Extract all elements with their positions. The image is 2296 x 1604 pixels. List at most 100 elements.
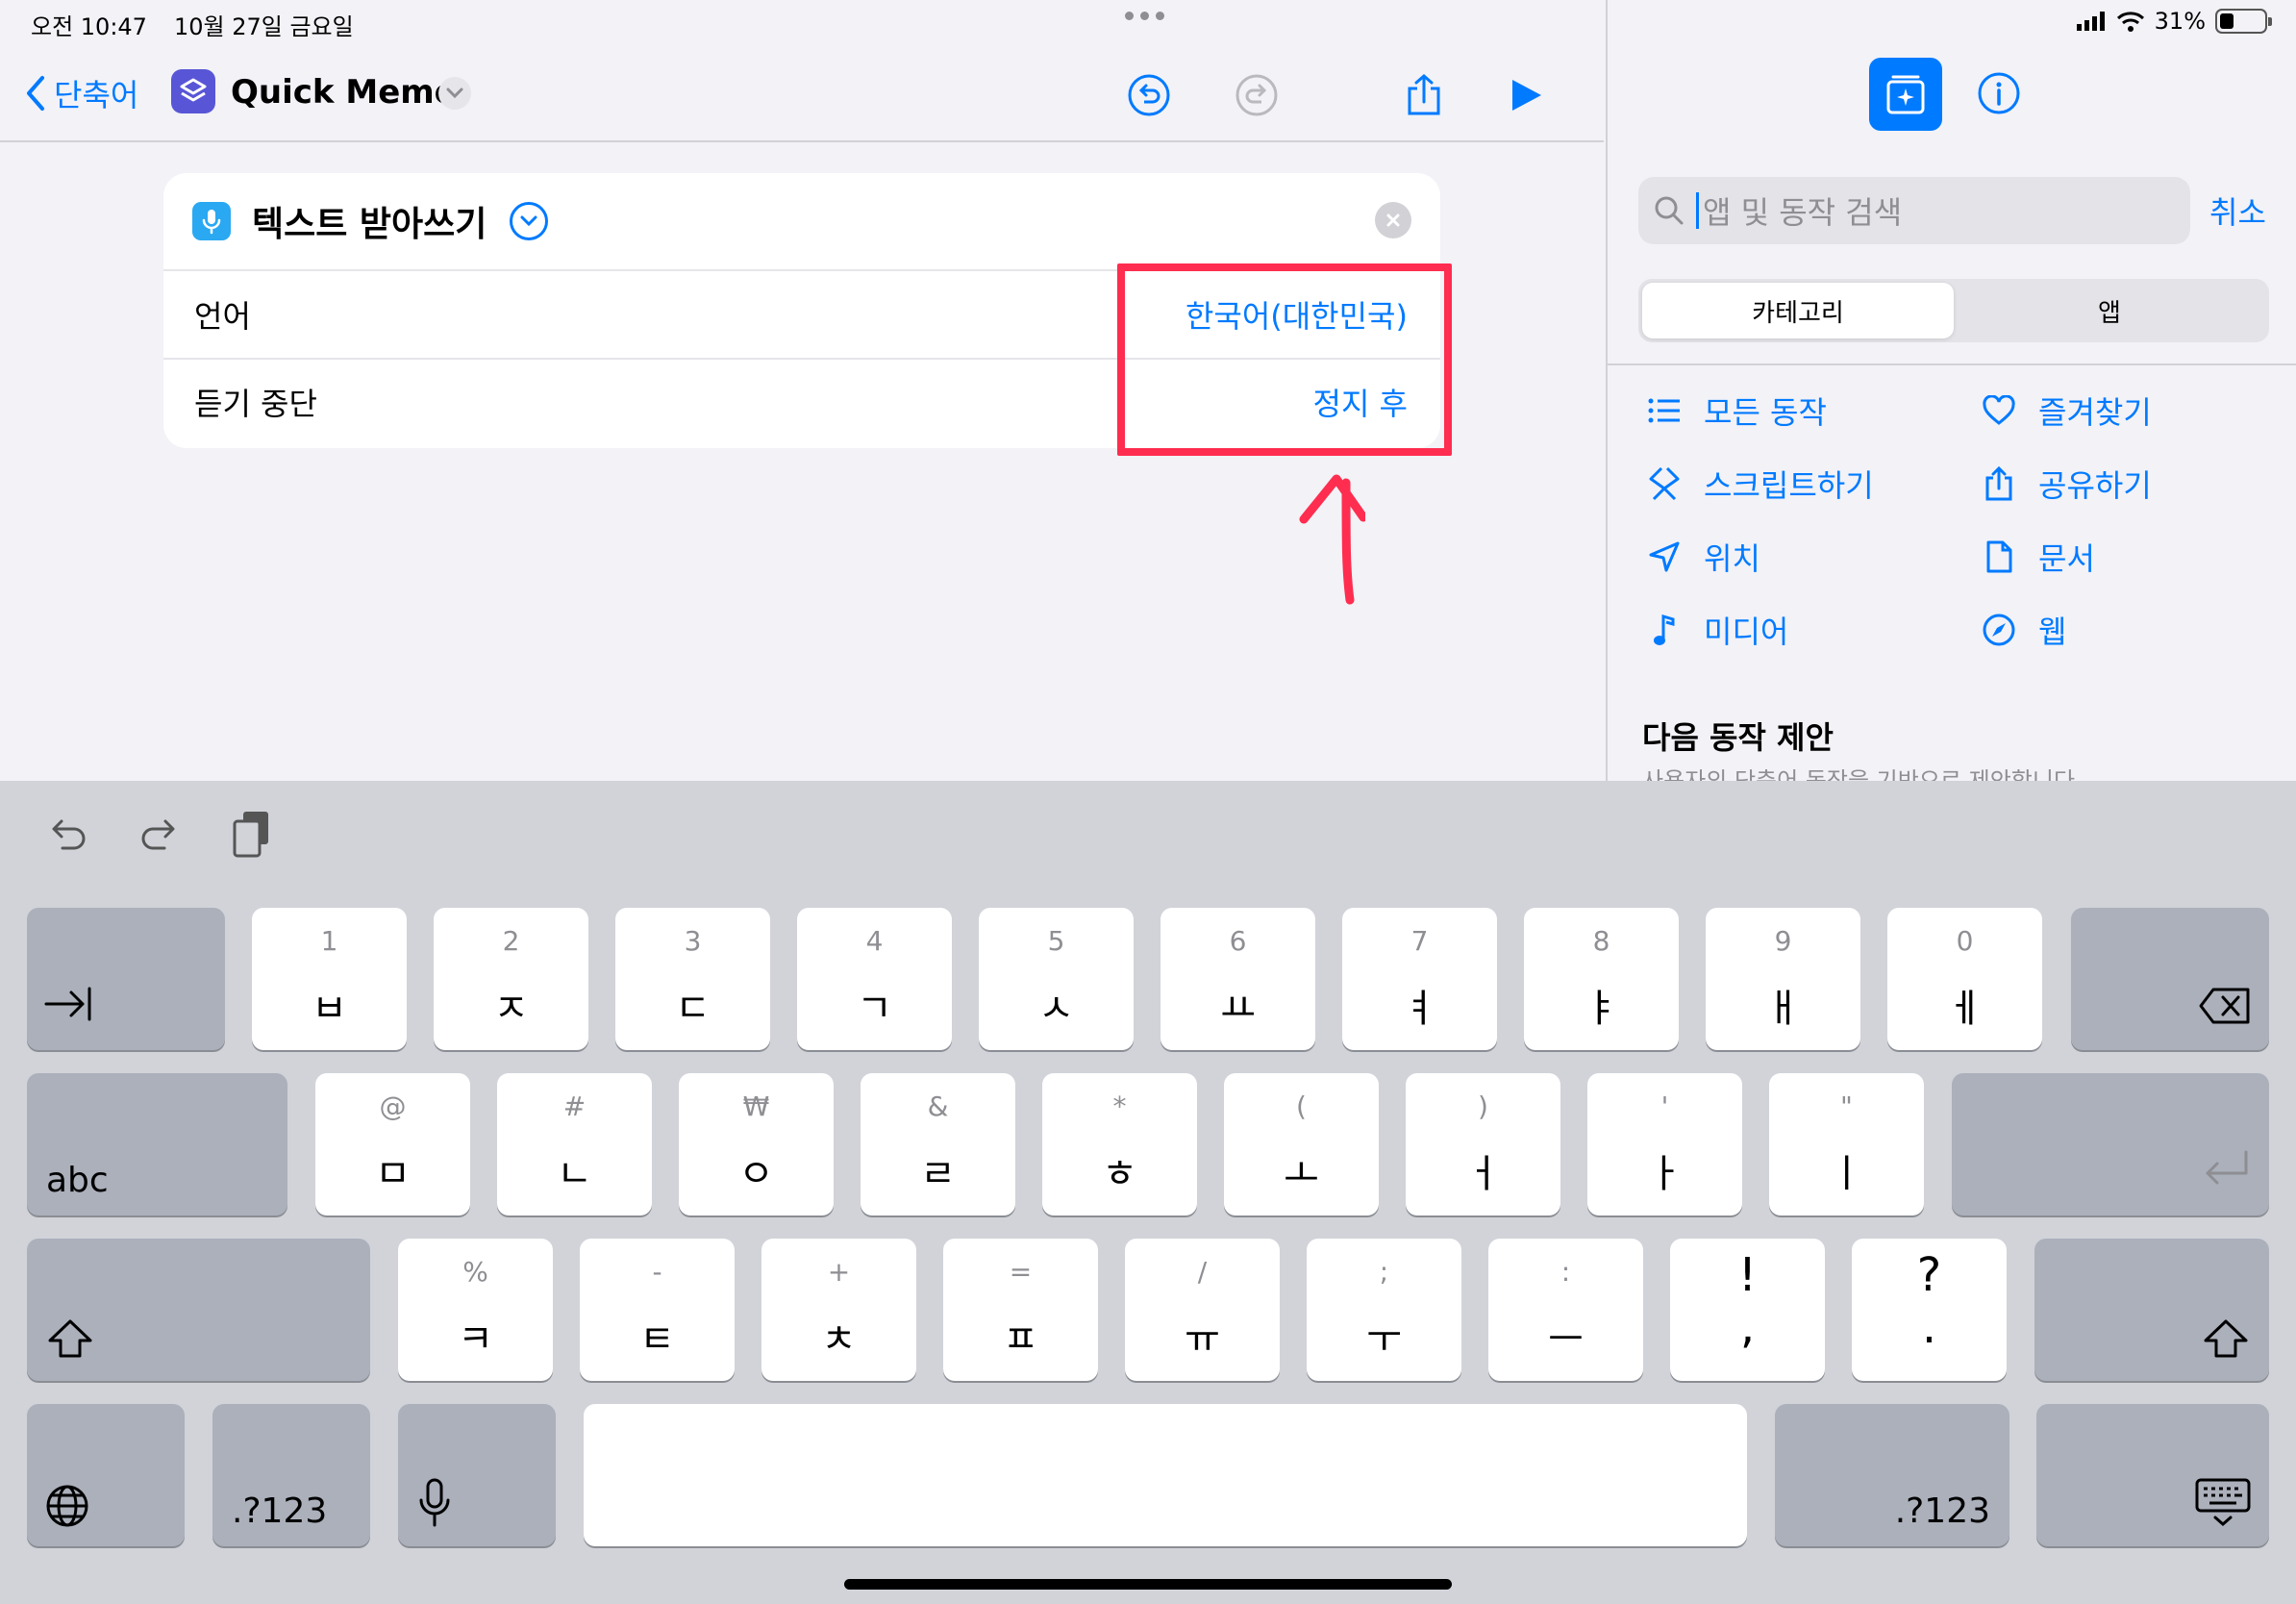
key-m[interactable]: @ ㅁ (315, 1073, 470, 1216)
shift-icon (2204, 1319, 2248, 1358)
battery-icon (2215, 9, 2272, 34)
battery-percent: 31% (2154, 8, 2206, 35)
search-placeholder: 앱 및 동작 검색 (1703, 194, 1903, 231)
korean-keyboard: 1ㅂ 2ㅈ 3ㄷ 4ㄱ 5ㅅ 6ㅛ 7ㅕ 8ㅑ 9ㅐ 0ㅔ abc @ ㅁ # ㄴ … (0, 781, 2296, 1604)
key-b[interactable]: 1ㅂ (252, 908, 407, 1050)
wifi-icon (2116, 12, 2144, 32)
segment-apps[interactable]: 앱 (1954, 283, 2265, 338)
shift-key-right[interactable] (2034, 1239, 2269, 1381)
share-icon[interactable] (1400, 71, 1448, 119)
library-sparkle-icon (1886, 75, 1925, 114)
paste-icon[interactable] (227, 810, 277, 860)
microphone-icon (419, 1478, 450, 1527)
key-yeo[interactable]: 7ㅕ (1342, 908, 1497, 1050)
numbers-key-right[interactable]: .?123 (1775, 1404, 2009, 1546)
key-u[interactable]: ; ㅜ (1307, 1239, 1461, 1381)
space-key[interactable] (584, 1404, 1747, 1546)
globe-key[interactable] (27, 1404, 185, 1546)
key-j[interactable]: 2ㅈ (434, 908, 588, 1050)
key-a[interactable]: ' ㅏ (1587, 1073, 1742, 1216)
key-r[interactable]: & ㄹ (861, 1073, 1015, 1216)
category-label: 웹 (2038, 614, 2067, 650)
hide-keyboard-key[interactable] (2036, 1404, 2269, 1546)
action-library-button[interactable] (1869, 58, 1942, 131)
abc-key[interactable]: abc (27, 1073, 287, 1216)
remove-action-icon[interactable] (1375, 202, 1411, 238)
home-indicator[interactable] (844, 1579, 1452, 1590)
key-h[interactable]: * ㅎ (1042, 1073, 1197, 1216)
category-web[interactable]: 웹 (1981, 612, 2261, 650)
tab-key[interactable] (27, 908, 225, 1050)
text-cursor (1696, 192, 1699, 229)
shift-icon (48, 1319, 92, 1358)
keyboard-undo-icon[interactable] (42, 810, 92, 860)
chevron-down-icon[interactable] (438, 77, 471, 110)
category-label: 스크립트하기 (1704, 467, 1874, 504)
key-o[interactable]: (ㅗ (1224, 1073, 1379, 1216)
key-k[interactable]: % ㅋ (398, 1239, 553, 1381)
stop-listening-label: 듣기 중단 (194, 386, 317, 422)
suggestions-title: 다음 동작 제안 (1642, 719, 1834, 756)
return-key[interactable] (1952, 1073, 2269, 1216)
red-arrow-annotation (1299, 474, 1365, 605)
key-yo[interactable]: 6ㅛ (1160, 908, 1315, 1050)
key-g[interactable]: 4ㄱ (797, 908, 952, 1050)
info-icon[interactable] (1975, 69, 2023, 117)
key-eu[interactable]: :ㅡ (1488, 1239, 1643, 1381)
category-documents[interactable]: 문서 (1981, 539, 2261, 577)
key-ch[interactable]: + ㅊ (761, 1239, 916, 1381)
delete-key[interactable] (2071, 908, 2269, 1050)
shift-key-left[interactable] (27, 1239, 370, 1381)
status-time: 오전 10:47 (31, 13, 147, 40)
undo-icon[interactable] (1125, 71, 1173, 119)
category-favorites[interactable]: 즐겨찾기 (1981, 392, 2261, 431)
category-scripting[interactable]: 스크립트하기 (1646, 465, 1981, 504)
backspace-icon (2199, 988, 2250, 1024)
multitasking-dots-icon[interactable] (1125, 12, 1164, 20)
key-s[interactable]: 5ㅅ (979, 908, 1134, 1050)
numbers-key-left[interactable]: .?123 (212, 1404, 370, 1546)
suggestions-subtitle: 사용자의 단축어 동작을 기반으로 제안합니다 (1642, 767, 2076, 781)
status-bar-right: 31% (2076, 8, 2272, 35)
language-label: 언어 (194, 298, 251, 335)
segmented-control: 카테고리 앱 (1638, 279, 2269, 342)
key-eo[interactable]: ) ㅓ (1406, 1073, 1560, 1216)
key-n[interactable]: # ㄴ (497, 1073, 652, 1216)
shortcut-icon[interactable] (171, 69, 215, 113)
music-note-icon (1646, 612, 1683, 648)
key-e[interactable]: 0ㅔ (1887, 908, 2042, 1050)
key-t[interactable]: -ㅌ (580, 1239, 735, 1381)
keyboard-redo-icon[interactable] (135, 810, 185, 860)
keyboard-shortcut-bar (42, 810, 277, 860)
key-d[interactable]: 3ㄷ (615, 908, 770, 1050)
back-button[interactable]: 단축어 (25, 71, 138, 115)
key-p[interactable]: = ㅍ (943, 1239, 1098, 1381)
category-label: 미디어 (1704, 614, 1789, 650)
document-icon (1981, 539, 2017, 575)
key-comma[interactable]: !, (1670, 1239, 1825, 1381)
key-ya[interactable]: 8ㅑ (1524, 908, 1679, 1050)
category-label: 즐겨찾기 (2038, 394, 2152, 431)
redo-icon[interactable] (1233, 71, 1281, 119)
key-i[interactable]: " ㅣ (1769, 1073, 1924, 1216)
shortcut-title[interactable]: Quick Memo (231, 73, 457, 112)
dictation-key[interactable] (398, 1404, 556, 1546)
category-label: 공유하기 (2038, 467, 2152, 504)
location-icon (1646, 539, 1683, 575)
expand-chevron-icon[interactable] (510, 202, 549, 240)
key-yu[interactable]: / ㅠ (1125, 1239, 1280, 1381)
key-ae[interactable]: 9ㅐ (1706, 908, 1860, 1050)
segment-categories[interactable]: 카테고리 (1642, 283, 1954, 338)
category-location[interactable]: 위치 (1646, 539, 1981, 577)
heart-icon (1981, 392, 2017, 429)
category-all-actions[interactable]: 모든 동작 (1646, 392, 1981, 431)
play-icon[interactable] (1502, 71, 1550, 119)
category-label: 모든 동작 (1704, 394, 1827, 431)
category-sharing[interactable]: 공유하기 (1981, 465, 2261, 504)
cancel-button[interactable]: 취소 (2209, 188, 2266, 233)
action-search-input[interactable]: 앱 및 동작 검색 (1638, 177, 2190, 244)
key-ieung[interactable]: ₩ ㅇ (679, 1073, 834, 1216)
category-media[interactable]: 미디어 (1646, 612, 1981, 650)
key-period[interactable]: ?. (1852, 1239, 2007, 1381)
category-label: 문서 (2038, 540, 2095, 577)
